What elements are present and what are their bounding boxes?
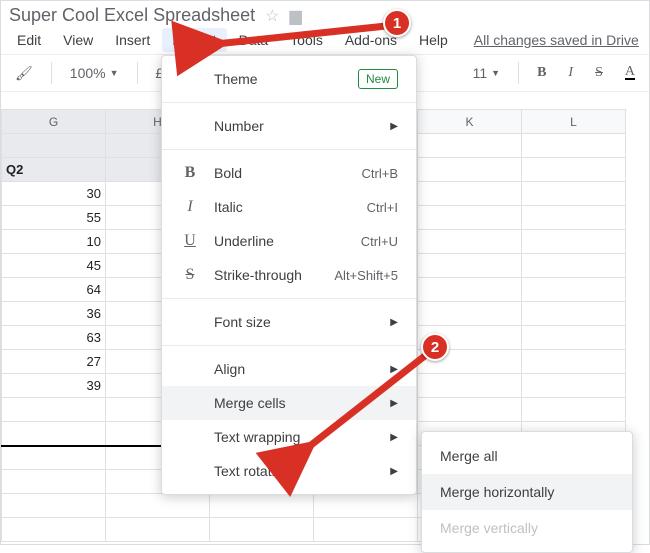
menu-underline[interactable]: U Underline Ctrl+U — [162, 224, 416, 258]
menu-edit[interactable]: Edit — [7, 28, 51, 52]
chevron-down-icon: ▼ — [491, 68, 500, 78]
menu-theme[interactable]: Theme New — [162, 62, 416, 96]
shortcut: Alt+Shift+5 — [334, 268, 398, 283]
menu-number[interactable]: Number ▶ — [162, 109, 416, 143]
a-icon: A — [625, 66, 635, 80]
paint-format-icon[interactable]: 🖌 — [7, 61, 41, 86]
col-header[interactable]: K — [418, 110, 522, 134]
annotation-badge-2: 2 — [421, 333, 449, 361]
fontsize-dropdown[interactable]: 11 ▼ — [465, 61, 508, 85]
strikethrough-button[interactable]: S — [587, 61, 611, 85]
menu-view[interactable]: View — [53, 28, 103, 52]
cell[interactable]: 27 — [2, 350, 106, 374]
cell[interactable]: 55 — [2, 206, 106, 230]
shortcut: Ctrl+U — [361, 234, 398, 249]
shortcut: Ctrl+B — [362, 166, 398, 181]
menu-label: Underline — [214, 233, 347, 249]
cell[interactable]: 63 — [2, 326, 106, 350]
menu-italic[interactable]: I Italic Ctrl+I — [162, 190, 416, 224]
chevron-right-icon: ▶ — [390, 317, 398, 328]
italic-button[interactable]: I — [560, 61, 581, 85]
col-header[interactable]: L — [522, 110, 626, 134]
underline-icon: U — [180, 232, 200, 250]
annotation-arrow-1 — [201, 16, 401, 56]
menu-fontsize[interactable]: Font size ▶ — [162, 305, 416, 339]
col-header[interactable]: G — [2, 110, 106, 134]
new-badge: New — [358, 69, 398, 89]
autosave-status[interactable]: All changes saved in Drive — [474, 32, 639, 48]
italic-icon: I — [180, 198, 200, 216]
fontsize-value: 11 — [473, 65, 488, 81]
menu-label: Bold — [214, 165, 348, 181]
menu-label: Text rotation — [214, 463, 376, 479]
menu-label: Strike-through — [214, 267, 320, 283]
menu-help[interactable]: Help — [409, 28, 458, 52]
merge-vertically: Merge vertically — [422, 510, 632, 546]
bold-button[interactable]: B — [529, 61, 554, 85]
cell[interactable]: 10 — [2, 230, 106, 254]
menu-label: Number — [214, 118, 376, 134]
cell[interactable]: Q2 — [2, 158, 106, 182]
menu-label: Font size — [214, 314, 376, 330]
bold-icon: B — [180, 164, 200, 182]
menu-insert[interactable]: Insert — [105, 28, 160, 52]
merge-all[interactable]: Merge all — [422, 438, 632, 474]
menu-bold[interactable]: B Bold Ctrl+B — [162, 156, 416, 190]
zoom-value: 100% — [70, 65, 106, 81]
annotation-badge-1: 1 — [383, 9, 411, 37]
cell[interactable]: 39 — [2, 374, 106, 398]
cell[interactable]: 64 — [2, 278, 106, 302]
strikethrough-icon: S — [180, 266, 200, 284]
zoom-dropdown[interactable]: 100% ▼ — [62, 61, 127, 85]
cell[interactable]: 36 — [2, 302, 106, 326]
menu-label: Italic — [214, 199, 353, 215]
menu-strikethrough[interactable]: S Strike-through Alt+Shift+5 — [162, 258, 416, 292]
chevron-right-icon: ▶ — [390, 466, 398, 477]
cell[interactable]: 30 — [2, 182, 106, 206]
menu-label: Theme — [214, 71, 344, 87]
merge-horizontally[interactable]: Merge horizontally — [422, 474, 632, 510]
cell[interactable]: 45 — [2, 254, 106, 278]
chevron-right-icon: ▶ — [390, 121, 398, 132]
chevron-down-icon: ▼ — [110, 68, 119, 78]
text-color-button[interactable]: A — [617, 62, 643, 84]
shortcut: Ctrl+I — [367, 200, 398, 215]
merge-submenu: Merge all Merge horizontally Merge verti… — [421, 431, 633, 553]
